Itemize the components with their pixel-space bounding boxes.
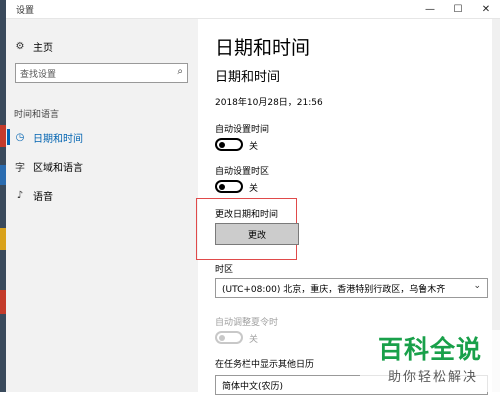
close-button[interactable]: ✕ — [472, 0, 500, 18]
page-title: 日期和时间 — [215, 37, 311, 59]
sidebar-item-label: 日期和时间 — [33, 133, 83, 145]
sidebar-item-label: 语音 — [33, 191, 53, 203]
gear-icon: ⚙ — [15, 40, 25, 52]
auto-time-state: 关 — [249, 142, 259, 152]
dst-label: 自动调整夏令时 — [215, 318, 279, 328]
auto-timezone-toggle[interactable] — [215, 180, 243, 193]
auto-time-label: 自动设置时间 — [215, 125, 270, 135]
window-title: 设置 — [16, 6, 35, 16]
taskbar-calendar-value: 简体中文(农历) — [222, 382, 284, 392]
toggle-knob — [219, 183, 225, 190]
chevron-down-icon: ⌄ — [473, 281, 481, 291]
current-datetime: 2018年10月28日，21:56 — [215, 98, 323, 108]
sidebar-item-region-language[interactable]: 字 区域和语言 — [13, 157, 183, 175]
timezone-label: 时区 — [215, 265, 234, 275]
auto-time-toggle[interactable] — [215, 138, 243, 151]
dst-state: 关 — [249, 335, 259, 345]
change-button-label: 更改 — [247, 230, 266, 241]
auto-timezone-state: 关 — [249, 184, 259, 194]
change-datetime-label: 更改日期和时间 — [215, 210, 279, 220]
search-placeholder: 查找设置 — [20, 70, 57, 80]
search-icon: ⌕ — [177, 66, 183, 77]
timezone-dropdown[interactable]: (UTC+08:00) 北京，重庆，香港特别行政区，乌鲁木齐 ⌄ — [215, 278, 488, 298]
watermark: 百科全说 助你轻松解决 — [360, 330, 500, 392]
region-language-icon: 字 — [15, 162, 25, 174]
change-datetime-button[interactable]: 更改 — [215, 223, 299, 245]
sidebar-item-label: 主页 — [33, 42, 53, 54]
timezone-value: (UTC+08:00) 北京，重庆，香港特别行政区，乌鲁木齐 — [222, 285, 446, 295]
toggle-knob — [219, 141, 225, 148]
auto-timezone-label: 自动设置时区 — [215, 167, 270, 177]
calendar-clock-icon: ◷ — [15, 131, 25, 143]
watermark-subtitle: 助你轻松解决 — [388, 370, 479, 385]
watermark-title: 百科全说 — [378, 335, 483, 364]
section-title: 日期和时间 — [215, 70, 281, 85]
title-bar: 设置 — ☐ ✕ — [6, 0, 500, 19]
sidebar-item-home[interactable]: ⚙ 主页 — [13, 37, 183, 55]
sidebar-section-label: 时间和语言 — [14, 110, 60, 120]
search-input[interactable]: 查找设置 ⌕ — [15, 63, 188, 83]
toggle-knob — [219, 334, 225, 341]
sidebar-item-label: 区域和语言 — [33, 162, 83, 174]
sidebar-item-speech[interactable]: ♪ 语音 — [13, 186, 183, 204]
maximize-button[interactable]: ☐ — [444, 0, 472, 18]
microphone-icon: ♪ — [16, 189, 24, 201]
minimize-button[interactable]: — — [416, 0, 444, 18]
dst-toggle[interactable] — [215, 331, 243, 344]
sidebar-item-date-time[interactable]: ◷ 日期和时间 — [13, 128, 183, 146]
taskbar-calendar-label: 在任务栏中显示其他日历 — [215, 360, 315, 370]
active-indicator — [7, 129, 10, 145]
